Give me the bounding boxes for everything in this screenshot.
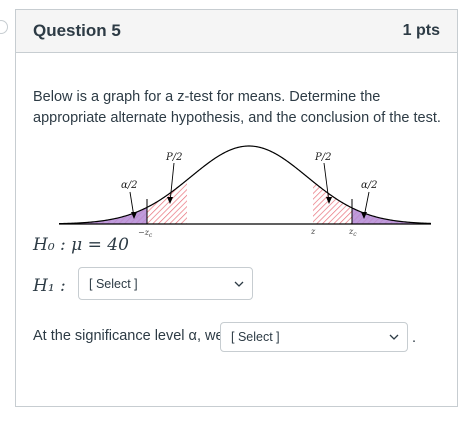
alt-hypothesis-select[interactable]: [ Select ] [78, 267, 253, 300]
question-nav-marker [0, 20, 8, 34]
label-zc-sub: c [353, 231, 357, 237]
alt-hypothesis-select-value: [ Select ] [89, 276, 138, 291]
label-zc: zc [348, 227, 357, 237]
z-test-graph: P/2 P/2 α/2 α/2 −zc z zc [58, 145, 431, 237]
alt-hypothesis-label: H₁ : [33, 276, 66, 296]
null-hypothesis: H₀ : μ = 40 [33, 235, 129, 255]
question-card: Question 5 1 pts Below is a graph for a … [15, 9, 458, 407]
question-prompt: Below is a graph for a z-test for means.… [33, 89, 441, 126]
chevron-down-icon [389, 334, 399, 340]
question-header: Question 5 1 pts [16, 10, 457, 53]
label-neg-zc: −zc [138, 228, 153, 237]
label-p-half-right: P/2 [314, 152, 331, 163]
label-alpha-half-left: α/2 [121, 180, 137, 191]
conclusion-period: . [412, 330, 417, 346]
null-hypothesis-text: H₀ : μ = 40 [33, 235, 129, 255]
question-title: Question 5 [33, 21, 121, 40]
label-p-half-left: P/2 [165, 152, 182, 163]
label-alpha-half-right: α/2 [361, 180, 377, 191]
conclusion-select[interactable]: [ Select ] [220, 322, 408, 352]
label-neg-zc-sub: c [149, 232, 153, 237]
label-z: z [310, 227, 316, 236]
conclusion-text: At the significance level α, we [33, 328, 224, 344]
conclusion-sentence: At the significance level α, we [33, 328, 224, 344]
conclusion-select-value: [ Select ] [231, 330, 280, 344]
question-points: 1 pts [402, 22, 440, 39]
chevron-down-icon [234, 281, 244, 287]
